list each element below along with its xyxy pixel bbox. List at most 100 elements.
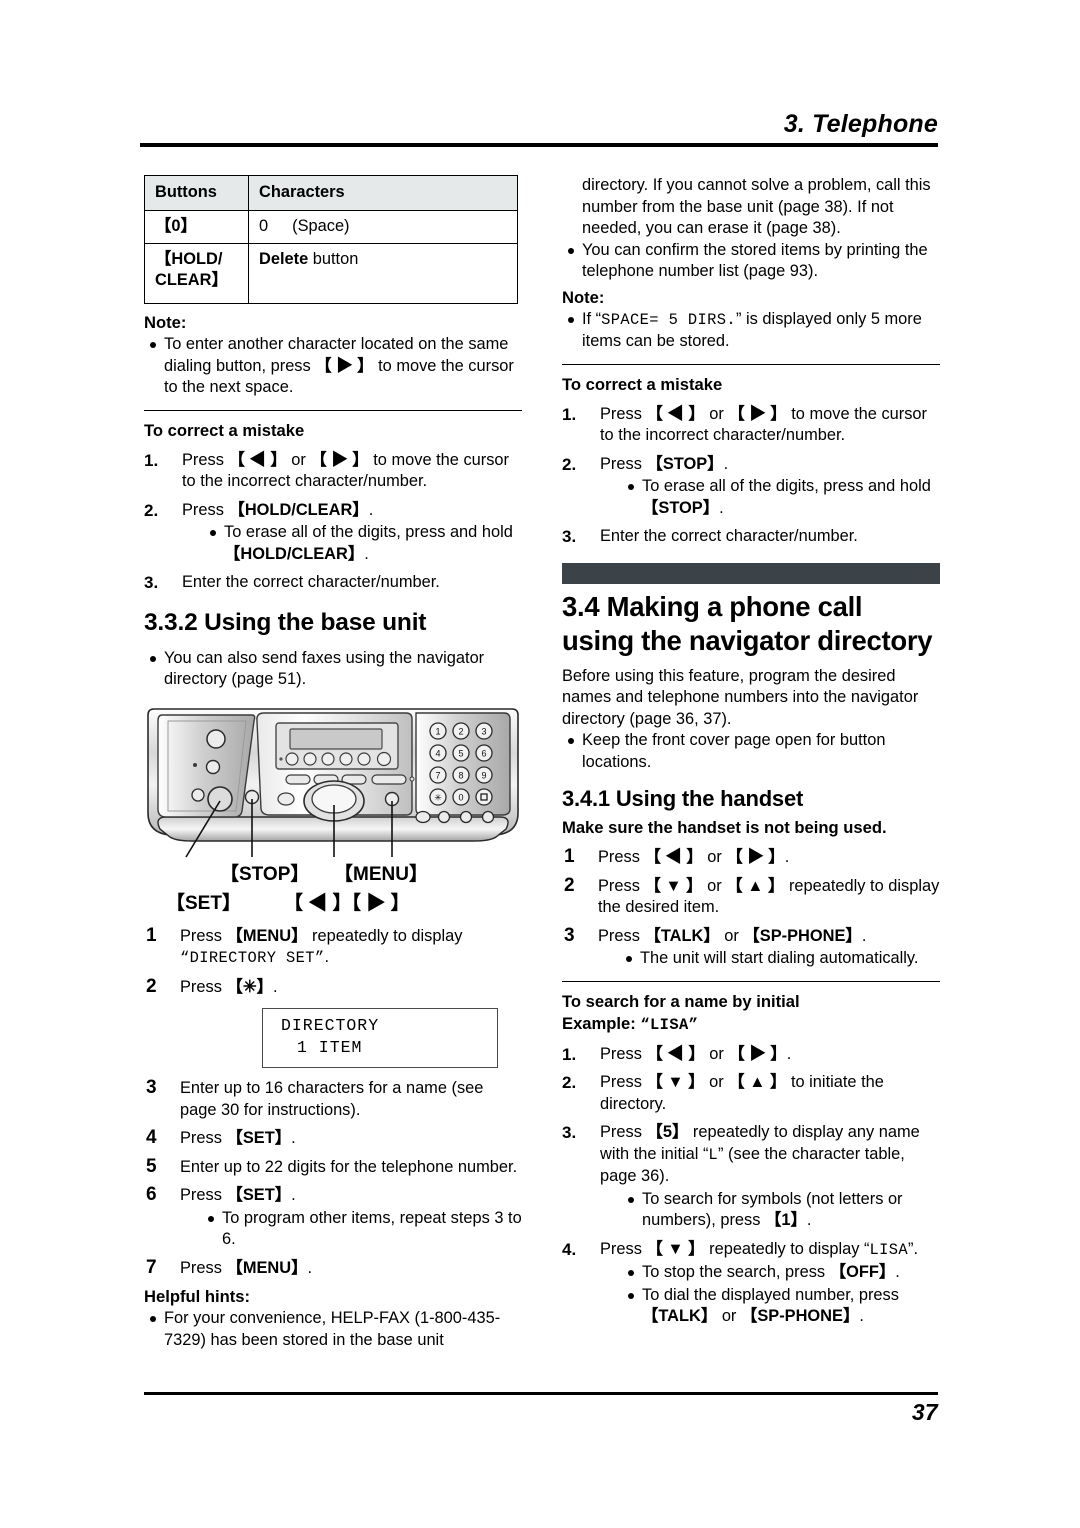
- list-item: 2 Press 【 ▼ 】 or 【 ▲ 】 repeatedly to disp…: [564, 874, 940, 917]
- svg-text:4: 4: [435, 748, 440, 758]
- list-item: 2. Press 【 ▼ 】 or 【 ▲ 】 to initiate the d…: [562, 1073, 884, 1113]
- step-number: 1.: [562, 1044, 577, 1064]
- character-table: Buttons Characters 【0】 0 (Space) 【HOLD/CL…: [144, 175, 518, 304]
- search-example-value: “LISA”: [640, 1015, 699, 1034]
- list-item: 5 Enter up to 22 digits for the telephone…: [144, 1156, 522, 1179]
- svg-text:5: 5: [458, 748, 463, 758]
- svg-text:7: 7: [435, 770, 440, 780]
- list-item: 3. Enter the correct character/number.: [144, 572, 522, 594]
- set-button-ref: 【SET】: [226, 1186, 292, 1204]
- list-item: 3 Press 【TALK】 or 【SP-PHONE】. The unit wi…: [562, 925, 940, 970]
- helpful-hints-label: Helpful hints:: [144, 1287, 251, 1306]
- callout-stop: 【STOP】: [220, 863, 310, 885]
- list-item: To program other items, repeat steps 3 t…: [180, 1208, 522, 1251]
- table-row: 【0】 0 (Space): [144, 210, 518, 244]
- lcd-display: DIRECTORY 1 ITEM: [262, 1008, 498, 1068]
- up-arrow-button-icon: 【 ▲ 】: [728, 1073, 787, 1091]
- step-number: 1.: [562, 404, 577, 424]
- list-item: 2. Press 【HOLD/CLEAR】. To erase all of th…: [144, 500, 522, 566]
- svg-text:8: 8: [458, 770, 463, 780]
- list-item: 1. Press 【 ◀ 】 or 【 ▶ 】 to move the curso…: [562, 404, 927, 445]
- svg-text:0: 0: [458, 792, 463, 802]
- list-item: To erase all of the digits, press and ho…: [600, 476, 940, 519]
- lcd-text-space-dirs: SPACE= 5 DIRS.: [601, 310, 737, 329]
- hold-clear-button-ref: 【HOLD/CLEAR】: [224, 544, 365, 563]
- search-steps: 1. Press 【 ◀ 】 or 【 ▶ 】. 2. Press 【 ▼ 】 or…: [562, 1044, 940, 1328]
- char-space-label: (Space): [292, 217, 350, 235]
- correct-mistake-heading: To correct a mistake: [144, 420, 305, 440]
- callout-set: 【SET】: [166, 892, 241, 914]
- left-arrow-button-icon: 【 ◀ 】: [646, 1044, 705, 1063]
- list-item: 3. Enter the correct character/number.: [562, 526, 940, 548]
- left-column: Buttons Characters 【0】 0 (Space) 【HOLD/CL…: [144, 175, 522, 1352]
- note-list: To enter another character located on th…: [144, 334, 522, 399]
- table-header-characters: Characters: [248, 175, 518, 211]
- list-item: To erase all of the digits, press and ho…: [182, 522, 522, 565]
- sub-list: The unit will start dialing automaticall…: [598, 948, 940, 970]
- handset-lead-text: Make sure the handset is not being used.: [562, 818, 887, 837]
- svg-text:2: 2: [458, 726, 463, 736]
- left-arrow-button-icon: 【 ◀ 】: [228, 450, 287, 469]
- lcd-line-2: 1 ITEM: [297, 1038, 363, 1057]
- sp-phone-button-ref: 【SP-PHONE】: [743, 926, 862, 945]
- svg-text:1: 1: [435, 726, 440, 736]
- step-number: 2: [564, 874, 575, 896]
- list-item: If “SPACE= 5 DIRS.” is displayed only 5 …: [562, 309, 940, 353]
- list-item: You can also send faxes using the naviga…: [144, 648, 522, 691]
- step-number: 3.: [562, 527, 577, 546]
- lcd-text-lisa: LISA: [869, 1240, 909, 1259]
- step-text: Enter the correct character/number.: [600, 527, 858, 545]
- list-item: 4 Press 【SET】.: [146, 1127, 296, 1148]
- list-item: 1. Press 【 ◀ 】 or 【 ▶ 】 to move the curso…: [144, 450, 509, 491]
- handset-steps: 1 Press 【 ◀ 】 or 【 ▶ 】. 2 Press 【 ▼ 】 or 【…: [562, 846, 940, 970]
- list-item: 4. Press 【 ▼ 】 repeatedly to display “LIS…: [562, 1239, 940, 1328]
- right-arrow-button-icon: 【 ▶ 】: [310, 450, 369, 469]
- sub-list: To erase all of the digits, press and ho…: [600, 476, 940, 519]
- one-button-ref: 【1】: [764, 1211, 807, 1229]
- base-unit-steps: 1 Press 【MENU】 repeatedly to display “DIRE…: [144, 925, 522, 999]
- step-number: 2.: [562, 454, 577, 474]
- svg-text:6: 6: [481, 748, 486, 758]
- step-number: 3.: [562, 1123, 577, 1142]
- down-arrow-button-icon: 【 ▼ 】: [646, 1073, 705, 1091]
- section-bar: [562, 562, 940, 584]
- step-number: 4: [146, 1127, 157, 1148]
- lcd-text-directory-set: “DIRECTORY SET”: [180, 949, 325, 967]
- table-row: 【HOLD/CLEAR】 Delete button: [144, 243, 518, 304]
- manual-page: 3. Telephone Buttons Characters 【0】 0 (Sp…: [0, 0, 1080, 1528]
- initial-letter-l: L: [708, 1145, 719, 1164]
- list-item: 7 Press 【MENU】.: [146, 1256, 313, 1278]
- step-text: Enter the correct character/number.: [182, 573, 440, 591]
- svg-text:9: 9: [481, 770, 486, 780]
- right-column: directory. If you cannot solve a problem…: [562, 175, 940, 1335]
- base-unit-illustration: 123 456 789 ✳ 0 【STOP】 【MENU】 【SET】 【 ◀ …: [144, 705, 522, 920]
- svg-text:✳: ✳: [434, 792, 442, 802]
- list-item: 6 Press 【SET】. To program other items, re…: [144, 1184, 522, 1251]
- section-bullets: You can also send faxes using the naviga…: [144, 648, 522, 691]
- step-number: 6: [146, 1184, 157, 1205]
- step-number: 3.: [144, 573, 159, 592]
- list-item: Keep the front cover page open for butto…: [562, 730, 940, 773]
- list-item: 2. Press 【STOP】. To erase all of the digi…: [562, 454, 940, 520]
- callout-arrows: 【 ◀ 】【 ▶ 】: [284, 892, 410, 914]
- step-number: 3: [146, 1077, 157, 1098]
- left-arrow-button-icon: 【 ◀ 】: [646, 404, 705, 423]
- char-zero: 0: [259, 217, 269, 235]
- note-label: Note:: [562, 287, 605, 307]
- talk-button-ref: 【TALK】: [644, 926, 720, 945]
- right-arrow-button-icon: 【 ▶ 】: [728, 1044, 787, 1063]
- page-header: 3. Telephone: [140, 112, 938, 147]
- stop-button-ref: 【STOP】: [646, 454, 724, 473]
- hold-clear-button-ref: 【HOLD/CLEAR】: [228, 500, 369, 519]
- list-item: For your convenience, HELP-FAX (1-800-43…: [144, 1308, 522, 1351]
- sub-list: To erase all of the digits, press and ho…: [182, 522, 522, 565]
- list-item: 1 Press 【 ◀ 】 or 【 ▶ 】.: [564, 846, 790, 867]
- list-item: To stop the search, press 【OFF】.: [600, 1262, 940, 1284]
- intro-paragraph: Before using this feature, program the d…: [562, 666, 919, 728]
- right-arrow-button-icon: 【 ▶ 】: [726, 848, 785, 866]
- list-item: 3. Press 【5】 repeatedly to display any na…: [562, 1122, 940, 1232]
- svg-text:3: 3: [481, 726, 486, 736]
- section-heading-341: 3.4.1 Using the handset: [562, 786, 804, 811]
- search-example-line: Example: “LISA”: [562, 1013, 940, 1036]
- right-arrow-button-icon: 【 ▶ 】: [315, 356, 374, 375]
